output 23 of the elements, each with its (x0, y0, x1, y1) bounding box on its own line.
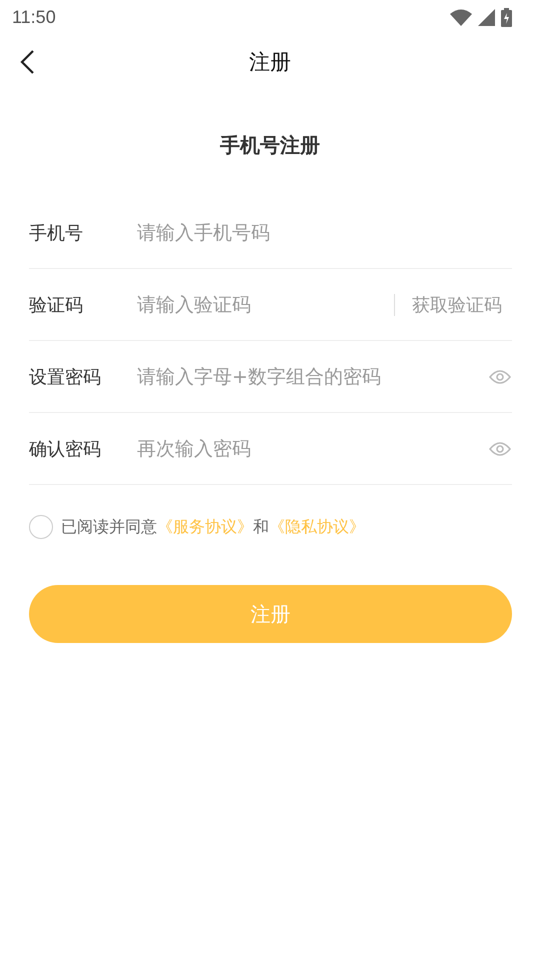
form-heading: 手机号注册 (219, 132, 321, 159)
field-label: 验证码 (29, 294, 84, 316)
eye-icon[interactable] (489, 370, 511, 384)
eye-icon[interactable] (489, 442, 511, 456)
agree-checkbox[interactable] (29, 515, 53, 539)
input-field[interactable]: 请输入验证码 (137, 288, 386, 320)
agreement-joiner: 和 (253, 516, 269, 536)
field-label: 确认密码 (29, 438, 102, 460)
get-code-button[interactable]: 获取验证码 (412, 292, 512, 316)
service-agreement-link[interactable]: 《服务协议》 (157, 516, 253, 536)
agreement-text: 已阅读并同意 (61, 516, 157, 536)
privacy-agreement-link[interactable]: 《隐私协议》 (269, 516, 365, 536)
status-time: 11:50 (12, 6, 56, 28)
input-field[interactable]: 再次输入密码 (137, 432, 489, 464)
field-label: 设置密码 (29, 366, 102, 388)
register-button[interactable]: 注册 (29, 585, 512, 643)
battery-icon (501, 8, 512, 26)
input-field[interactable]: 请输入手机号码 (137, 216, 512, 248)
input-field[interactable]: 请输入字母+数字组合的密码 (137, 360, 489, 392)
signal-icon (478, 8, 495, 26)
field-label: 手机号 (29, 222, 84, 244)
wifi-icon (450, 8, 472, 26)
page-title: 注册 (249, 49, 291, 76)
